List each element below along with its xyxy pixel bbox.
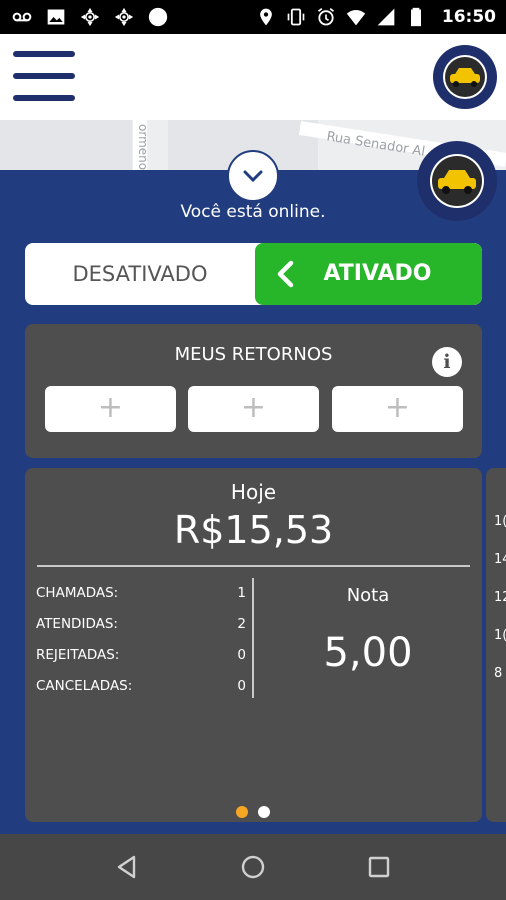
retorno-slot-2[interactable]: + — [188, 386, 319, 432]
toggle-on-label: ATIVADO — [323, 261, 432, 286]
online-toggle[interactable]: DESATIVADO ATIVADO — [25, 243, 482, 305]
back-icon[interactable] — [112, 852, 142, 882]
meus-retornos-card: MEUS RETORNOS i + + + — [25, 324, 482, 458]
peek-value: 8 — [494, 666, 503, 681]
stats-period: Hoje — [230, 480, 277, 504]
stat-value: 1 — [237, 585, 246, 601]
collapse-panel-button[interactable] — [227, 150, 279, 202]
peek-value: 1( — [494, 628, 506, 643]
gps-icon — [80, 7, 100, 27]
divider — [37, 565, 470, 567]
stat-label: CHAMADAS: — [36, 585, 119, 601]
stat-label: CANCELADAS: — [36, 678, 133, 694]
stat-value: 2 — [237, 616, 246, 632]
stat-value: 0 — [237, 647, 246, 663]
status-bar-clock: 16:50 — [441, 7, 496, 27]
peek-value: 1( — [494, 514, 506, 529]
status-bar-right-icons: 16:50 — [256, 4, 496, 30]
wifi-icon — [346, 10, 366, 26]
signal-icon — [377, 8, 395, 26]
app-logo — [433, 45, 497, 109]
stats-total: R$15,53 — [173, 508, 334, 552]
street-label-vertical: ormeno G — [136, 124, 150, 174]
circle-icon — [148, 7, 168, 27]
status-bar: 16:50 — [0, 0, 506, 34]
daily-stats-card[interactable]: Hoje R$15,53 CHAMADAS: 1 ATENDIDAS: 2 RE… — [25, 468, 482, 822]
stat-row-canceladas: CANCELADAS: 0 — [36, 678, 246, 700]
voicemail-icon — [12, 12, 32, 22]
status-bar-left-icons — [12, 4, 168, 30]
recents-icon[interactable] — [364, 852, 394, 882]
chevron-down-icon — [243, 170, 263, 183]
gps-icon — [114, 7, 134, 27]
rating-value: 5,00 — [323, 630, 413, 676]
pager-dot[interactable] — [258, 806, 270, 818]
pager-dot-active[interactable] — [236, 806, 248, 818]
app-bar — [0, 34, 506, 120]
alarm-icon — [317, 8, 334, 26]
retorno-slot-3[interactable]: + — [332, 386, 463, 432]
peek-value: 14 — [494, 552, 506, 567]
hamburger-menu-icon[interactable] — [13, 51, 75, 101]
toggle-off-option[interactable]: DESATIVADO — [25, 243, 255, 305]
location-icon — [260, 8, 272, 26]
info-icon[interactable]: i — [432, 347, 462, 377]
stat-value: 0 — [237, 678, 246, 694]
battery-icon — [410, 7, 421, 27]
toggle-on-option[interactable]: ATIVADO — [255, 243, 482, 305]
system-nav-bar — [0, 834, 506, 900]
stat-row-rejeitadas: REJEITADAS: 0 — [36, 647, 246, 669]
online-status-text: Você está online. — [180, 202, 326, 222]
stat-label: ATENDIDAS: — [36, 616, 118, 632]
image-icon — [47, 9, 65, 25]
rating-label: Nota — [346, 585, 390, 606]
next-stats-card-peek[interactable]: 1( 14 12 1( 8 — [486, 468, 506, 822]
stat-label: REJEITADAS: — [36, 647, 120, 663]
vibrate-icon — [287, 8, 305, 26]
retorno-slot-1[interactable]: + — [45, 386, 176, 432]
stat-row-chamadas: CHAMADAS: 1 — [36, 585, 246, 607]
stat-row-atendidas: ATENDIDAS: 2 — [36, 616, 246, 638]
home-icon[interactable] — [238, 852, 268, 882]
retornos-title: MEUS RETORNOS — [174, 344, 333, 365]
peek-value: 12 — [494, 590, 506, 605]
